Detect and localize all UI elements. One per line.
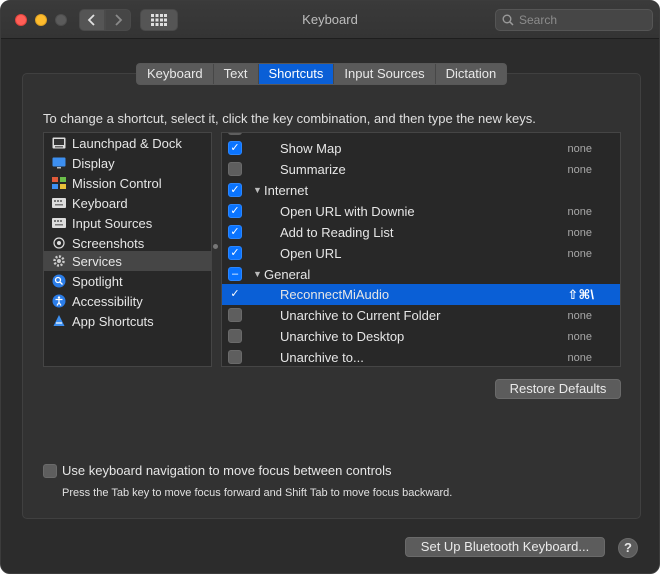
search-input[interactable]: [519, 13, 649, 27]
shortcut-checkbox[interactable]: ✓: [228, 225, 242, 239]
keyboard-navigation-option[interactable]: Use keyboard navigation to move focus be…: [43, 463, 392, 478]
category-label: Services: [72, 253, 122, 269]
category-input-sources[interactable]: Input Sources: [44, 213, 211, 233]
shortcut-row[interactable]: ✓ Open URL none: [222, 243, 620, 264]
shortcut-key[interactable]: none: [568, 248, 592, 260]
tab-bar: Keyboard Text Shortcuts Input Sources Di…: [136, 63, 508, 85]
gear-icon: [52, 254, 66, 268]
category-label: Keyboard: [72, 195, 128, 211]
keyboard-icon: [52, 196, 66, 210]
shortcut-row-selected[interactable]: ✓ ReconnectMiAudio ⇧⌘\: [222, 284, 620, 305]
launchpad-icon: [52, 136, 66, 150]
category-label: Screenshots: [72, 235, 145, 251]
category-display[interactable]: Display: [44, 153, 211, 173]
shortcut-name: ReconnectMiAudio: [280, 287, 390, 302]
help-button[interactable]: ?: [618, 538, 638, 558]
shortcut-key[interactable]: none: [568, 227, 592, 239]
keyboard-navigation-label: Use keyboard navigation to move focus be…: [62, 463, 392, 478]
category-label: Mission Control: [72, 175, 162, 191]
shortcut-name: Add to Reading List: [280, 225, 394, 240]
keyboard-navigation-hint: Press the Tab key to move focus forward …: [62, 487, 453, 499]
spotlight-icon: [52, 274, 66, 288]
category-list[interactable]: Launchpad & Dock Display Mission Control…: [43, 132, 212, 367]
shortcut-name: Unarchive to Current Folder: [280, 308, 441, 323]
group-name: General: [264, 267, 311, 282]
shortcut-checkbox[interactable]: [228, 350, 242, 364]
tab-dictation[interactable]: Dictation: [435, 64, 507, 84]
shortcut-row[interactable]: ✓ Open URL with Downie none: [222, 201, 620, 222]
disclosure-triangle-icon[interactable]: ▼: [253, 269, 262, 279]
shortcut-row[interactable]: Unarchive to... none: [222, 347, 620, 366]
category-screenshots[interactable]: Screenshots: [44, 233, 211, 253]
shortcut-key[interactable]: none: [568, 164, 592, 176]
shortcut-key[interactable]: none: [568, 352, 592, 364]
shortcut-checkbox[interactable]: ✓: [228, 204, 242, 218]
display-icon: [52, 156, 66, 170]
shortcut-row[interactable]: Unarchive to Current Folder none: [222, 305, 620, 326]
search-field[interactable]: [495, 9, 653, 31]
shortcut-row[interactable]: ✓ Add to Reading List none: [222, 222, 620, 243]
category-keyboard[interactable]: Keyboard: [44, 193, 211, 213]
app-shortcuts-icon: [52, 314, 66, 328]
category-accessibility[interactable]: Accessibility: [44, 291, 211, 311]
tab-text[interactable]: Text: [213, 64, 259, 84]
shortcut-name: Unarchive to...: [280, 350, 364, 365]
mission-control-icon: [52, 176, 66, 190]
group-checkbox[interactable]: –: [228, 267, 242, 281]
category-mission-control[interactable]: Mission Control: [44, 173, 211, 193]
disclosure-triangle-icon[interactable]: ▼: [253, 185, 262, 195]
shortcut-name: Summarize: [280, 162, 346, 177]
shortcut-group-row[interactable]: ✓ ▼ Internet: [222, 180, 620, 201]
shortcut-checkbox[interactable]: ✓: [228, 246, 242, 260]
tab-input-sources[interactable]: Input Sources: [334, 64, 436, 84]
restore-defaults-button[interactable]: Restore Defaults: [495, 379, 621, 399]
category-label: Spotlight: [72, 273, 123, 289]
screenshots-icon: [52, 236, 66, 250]
category-launchpad-dock[interactable]: Launchpad & Dock: [44, 133, 211, 153]
shortcut-checkbox[interactable]: ✓: [228, 287, 242, 301]
category-label: Accessibility: [72, 293, 143, 309]
tab-shortcuts[interactable]: Shortcuts: [258, 64, 335, 84]
instructions-text: To change a shortcut, select it, click t…: [43, 111, 536, 126]
input-sources-icon: [52, 216, 66, 230]
category-label: Launchpad & Dock: [72, 135, 182, 151]
shortcut-key[interactable]: ⇧⌘\: [567, 287, 594, 303]
tab-keyboard[interactable]: Keyboard: [137, 64, 214, 84]
category-app-shortcuts[interactable]: App Shortcuts: [44, 311, 211, 331]
setup-bluetooth-keyboard-button[interactable]: Set Up Bluetooth Keyboard...: [405, 537, 605, 557]
shortcut-row[interactable]: Summarize none: [222, 159, 620, 180]
keyboard-navigation-checkbox[interactable]: [43, 463, 57, 478]
shortcut-key[interactable]: none: [568, 206, 592, 218]
system-preferences-window: Keyboard Keyboard Text Shortcuts Input S…: [0, 0, 660, 574]
shortcut-row[interactable]: Unarchive to Desktop none: [222, 326, 620, 347]
title-bar: Keyboard: [1, 1, 659, 39]
split-view-divider[interactable]: [213, 244, 218, 249]
shortcut-key[interactable]: none: [568, 310, 592, 322]
group-checkbox[interactable]: ✓: [228, 183, 242, 197]
shortcut-checkbox[interactable]: [228, 308, 242, 322]
category-label: Input Sources: [72, 215, 153, 231]
accessibility-icon: [52, 294, 66, 308]
shortcut-key[interactable]: none: [568, 143, 592, 155]
category-services[interactable]: Services: [44, 251, 211, 271]
shortcut-name: Open URL: [280, 246, 342, 261]
shortcut-checkbox[interactable]: ✓: [228, 141, 242, 155]
shortcut-checkbox[interactable]: [228, 162, 242, 176]
checkbox-partial-row: [228, 133, 242, 135]
search-icon: [502, 14, 514, 26]
shortcut-name: Show Map: [280, 141, 342, 156]
category-label: App Shortcuts: [72, 313, 154, 329]
shortcut-row[interactable]: ✓ Show Map none: [222, 138, 620, 159]
shortcut-name: Open URL with Downie: [280, 204, 415, 219]
category-spotlight[interactable]: Spotlight: [44, 271, 211, 291]
shortcut-name: Unarchive to Desktop: [280, 329, 405, 344]
shortcut-checkbox[interactable]: [228, 329, 242, 343]
group-name: Internet: [264, 183, 309, 198]
category-label: Display: [72, 155, 115, 171]
shortcut-list[interactable]: ✓ Show Map none Summarize none ✓ ▼ Inter…: [221, 132, 621, 367]
shortcut-key[interactable]: none: [568, 331, 592, 343]
shortcut-group-row[interactable]: – ▼ General: [222, 264, 620, 285]
